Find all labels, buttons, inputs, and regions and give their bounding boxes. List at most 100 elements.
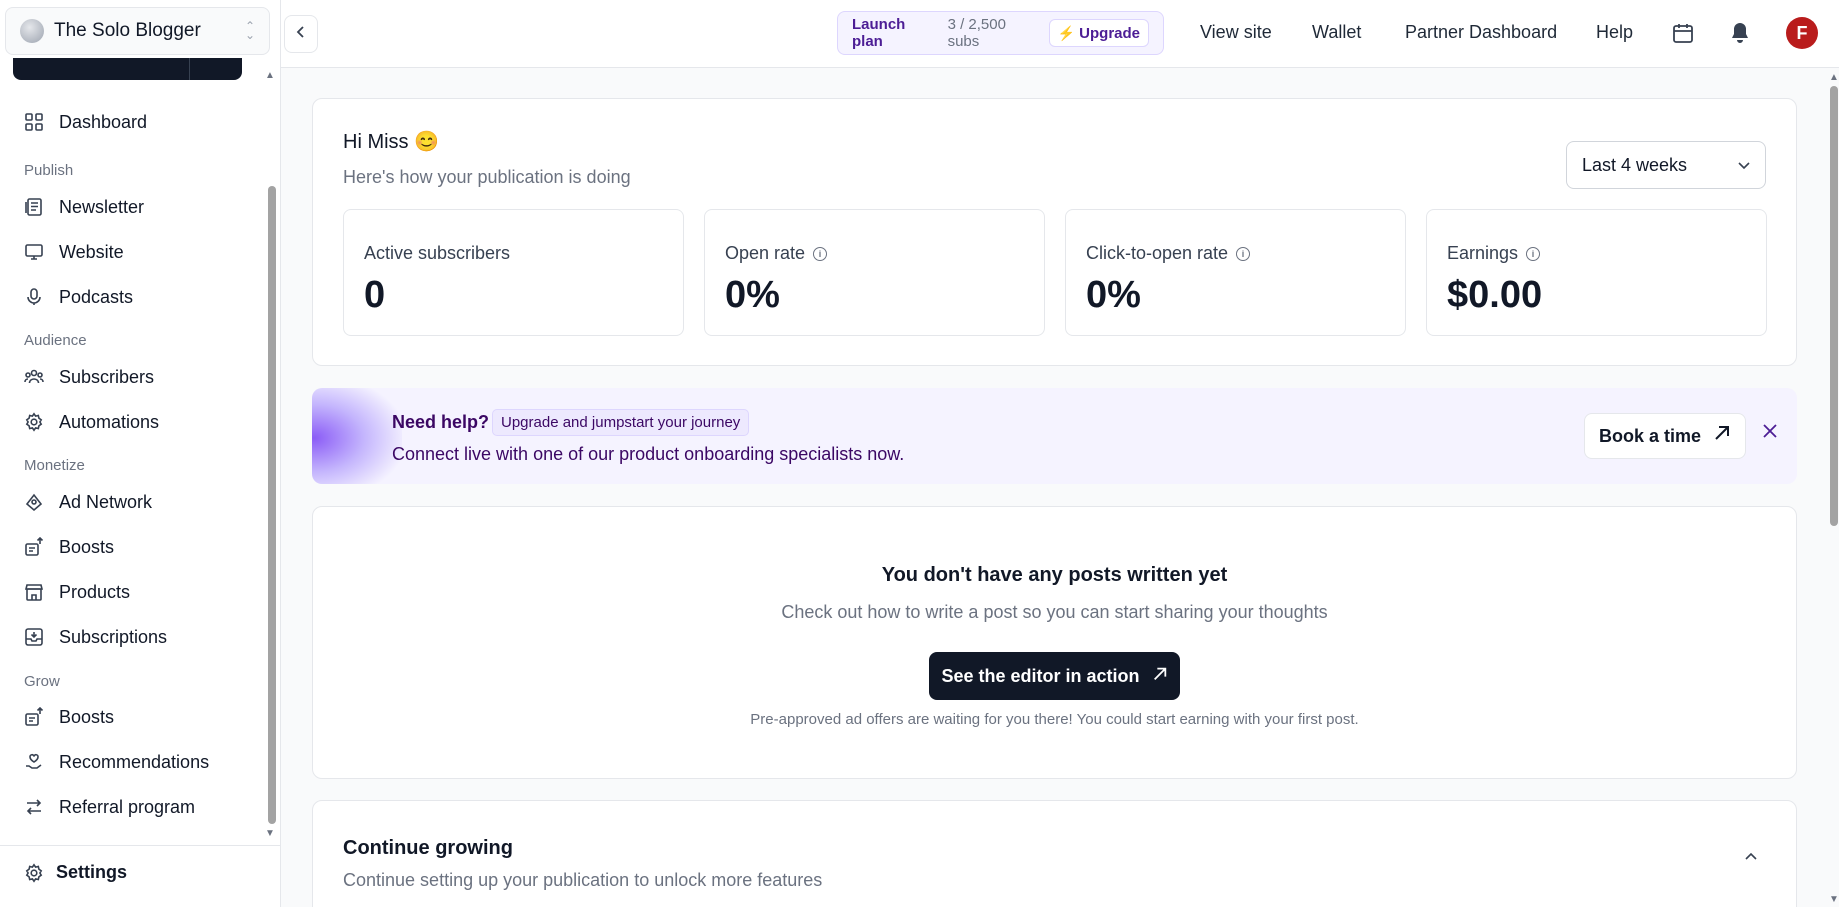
stat-label-text: Open rate [725,243,806,263]
publication-switcher[interactable]: The Solo Blogger ⌃ ⌄ [5,7,270,55]
help-title: Need help? [392,412,490,432]
main-scroll-down-icon[interactable]: ▼ [1829,894,1839,905]
sidebar-item-newsletter[interactable]: Newsletter [24,190,144,224]
arrows-swap-icon [24,797,44,817]
info-icon[interactable]: i [1236,246,1251,261]
settings-label: Settings [56,862,128,882]
view-site-link[interactable]: View site [1200,22,1272,43]
arrow-up-right-icon [1713,424,1731,448]
sidebar-item-recommendations[interactable]: Recommendations [24,745,209,779]
book-a-time-button[interactable]: Book a time [1584,413,1746,459]
partner-dashboard-link[interactable]: Partner Dashboard [1405,22,1557,43]
date-range-select[interactable]: Last 4 weeks [1566,141,1766,189]
stat-open-rate: Open rate i 0% [704,209,1045,336]
sidebar-item-label: Subscribers [59,366,155,387]
calendar-icon[interactable] [1670,20,1696,46]
empty-posts-card: You don't have any posts written yet Che… [312,506,1797,779]
upgrade-label: Upgrade [1079,24,1140,42]
nav-section-monetize: Monetize [24,457,85,474]
sidebar-item-boosts-monetize[interactable]: Boosts [24,530,114,564]
date-range-value: Last 4 weeks [1582,154,1688,175]
sidebar-item-website[interactable]: Website [24,235,124,269]
overview-card: Hi Miss 😊 Here's how your publication is… [312,98,1797,366]
main-scrollbar[interactable] [1830,86,1838,526]
help-subtitle: Connect live with one of our product onb… [392,444,905,464]
sidebar-item-label: Subscriptions [59,626,168,647]
stat-label-text: Active subscribers [364,243,511,263]
main-scroll-up-icon[interactable]: ▲ [1829,72,1839,83]
info-icon[interactable]: i [813,246,828,261]
stat-value: 0% [1086,274,1141,316]
sidebar-item-products[interactable]: Products [24,575,130,609]
sidebar-item-subscribers[interactable]: Subscribers [24,360,154,394]
nav-section-publish: Publish [24,162,74,179]
info-icon[interactable]: i [1526,246,1541,261]
publication-avatar [20,19,44,43]
stat-value: 0% [725,274,780,316]
sidebar-item-ad-network[interactable]: Ad Network [24,485,152,519]
greeting-subtitle: Here's how your publication is doing [343,167,631,187]
continue-growing-title: Continue growing [343,837,513,859]
heart-hand-icon [24,752,44,772]
sidebar-item-automations[interactable]: Automations [24,405,159,439]
bell-icon[interactable] [1727,20,1753,46]
continue-growing-card: Continue growing Continue setting up you… [312,800,1797,907]
banner-gradient-decoration [312,388,402,484]
sidebar-scrollbar[interactable] [268,186,276,824]
sidebar-item-label: Referral program [59,796,196,817]
plan-name: Launch plan [852,16,906,50]
stat-label-text: Earnings [1447,243,1519,263]
scroll-up-arrow-icon[interactable]: ▲ [265,70,275,81]
continue-growing-subtitle: Continue setting up your publication to … [343,870,823,890]
sidebar-item-label: Boosts [59,536,115,557]
help-banner: Need help? Upgrade and jumpstart your jo… [312,388,1797,484]
sidebar-item-label: Dashboard [59,111,148,132]
upgrade-button[interactable]: ⚡ Upgrade [1048,19,1149,47]
sidebar-item-label: Ad Network [59,491,153,512]
sidebar-item-settings[interactable]: Settings [24,862,127,883]
upgrade-chip[interactable]: Upgrade and jumpstart your journey [492,409,750,436]
top-bar: Launch plan 3 / 2,500 subs ⚡ Upgrade Vie… [281,0,1839,68]
collapse-sidebar-button[interactable] [284,15,318,53]
stat-label: Click-to-open rate i [1086,243,1251,264]
cog-icon [24,412,44,432]
sidebar-item-label: Automations [59,411,160,432]
sidebar-item-boosts-grow[interactable]: Boosts [24,700,114,734]
empty-posts-note: Pre-approved ad offers are waiting for y… [750,711,1359,728]
scroll-down-arrow-icon[interactable]: ▼ [265,828,275,839]
greeting: Hi Miss 😊 [343,131,440,153]
empty-posts-title: You don't have any posts written yet [881,564,1228,586]
help-link[interactable]: Help [1596,22,1633,43]
user-avatar[interactable]: F [1786,17,1818,49]
stat-label: Open rate i [725,243,828,264]
sidebar-item-subscriptions[interactable]: Subscriptions [24,620,167,654]
gear-icon [24,862,44,883]
stat-click-to-open-rate: Click-to-open rate i 0% [1065,209,1406,336]
sidebar-action-button[interactable] [13,58,242,80]
boost-icon [24,707,44,727]
stat-active-subscribers: Active subscribers 0 [343,209,684,336]
lightning-icon: ⚡ [1057,24,1076,41]
wallet-link[interactable]: Wallet [1312,22,1361,43]
publication-name: The Solo Blogger [54,20,201,41]
plan-subscriber-count: 3 / 2,500 subs [947,16,1006,50]
boost-icon [24,537,44,557]
sidebar-item-label: Recommendations [59,751,210,772]
plan-indicator: Launch plan 3 / 2,500 subs ⚡ Upgrade [837,11,1164,55]
chevron-up-down-icon: ⌃ ⌄ [244,19,255,42]
stat-label-text: Click-to-open rate [1086,243,1229,263]
see-editor-button[interactable]: See the editor in action [929,652,1180,700]
see-editor-label: See the editor in action [941,665,1140,686]
users-icon [24,367,44,387]
sidebar-item-dashboard[interactable]: Dashboard [24,105,147,139]
sidebar-item-label: Boosts [59,706,115,727]
arrow-up-right-icon [1152,666,1168,687]
sidebar-item-referral-program[interactable]: Referral program [24,790,195,824]
stat-value: 0 [364,274,386,316]
nav-section-grow: Grow [24,673,60,690]
close-icon[interactable] [1763,421,1777,444]
newsletter-icon [24,197,44,217]
monitor-icon [24,242,44,262]
sidebar-item-podcasts[interactable]: Podcasts [24,280,133,314]
chevron-up-icon[interactable] [1745,847,1757,863]
